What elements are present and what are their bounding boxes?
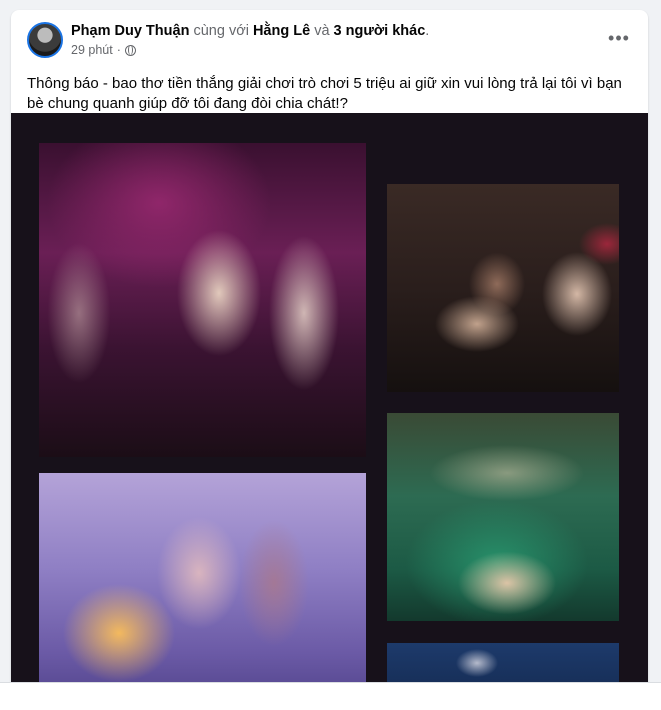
author-line: Phạm Duy Thuận cùng với Hằng Lê và 3 ngư… — [71, 22, 429, 40]
photo-pool-party[interactable] — [387, 413, 619, 621]
photo-grid — [11, 113, 648, 710]
post-text: Thông báo - bao thơ tiền thắng giải chơi… — [27, 75, 622, 112]
tagged-others-link[interactable]: 3 người khác — [334, 23, 426, 39]
photo-blurry-dance[interactable] — [39, 473, 366, 710]
post-card: Phạm Duy Thuận cùng với Hằng Lê và 3 ngư… — [11, 10, 648, 710]
meta-separator: · — [116, 43, 121, 57]
bottom-bar — [0, 682, 661, 710]
author-avatar[interactable] — [27, 22, 63, 58]
more-options-button[interactable]: ••• — [604, 26, 634, 50]
globe-icon[interactable] — [124, 44, 136, 56]
photo-hands-reaching[interactable] — [387, 184, 619, 392]
post-meta: 29 phút · — [71, 42, 136, 58]
post-timestamp[interactable]: 29 phút — [71, 42, 113, 58]
with-text: cùng với — [193, 23, 249, 39]
photo-dance-party[interactable] — [39, 143, 366, 457]
author-name[interactable]: Phạm Duy Thuận — [71, 23, 189, 39]
tagged-person[interactable]: Hằng Lê — [253, 23, 310, 39]
more-horizontal-icon: ••• — [608, 27, 630, 48]
post-header: Phạm Duy Thuận cùng với Hằng Lê và 3 ngư… — [11, 10, 648, 66]
period-text: . — [425, 23, 430, 39]
and-text: và — [314, 23, 330, 39]
